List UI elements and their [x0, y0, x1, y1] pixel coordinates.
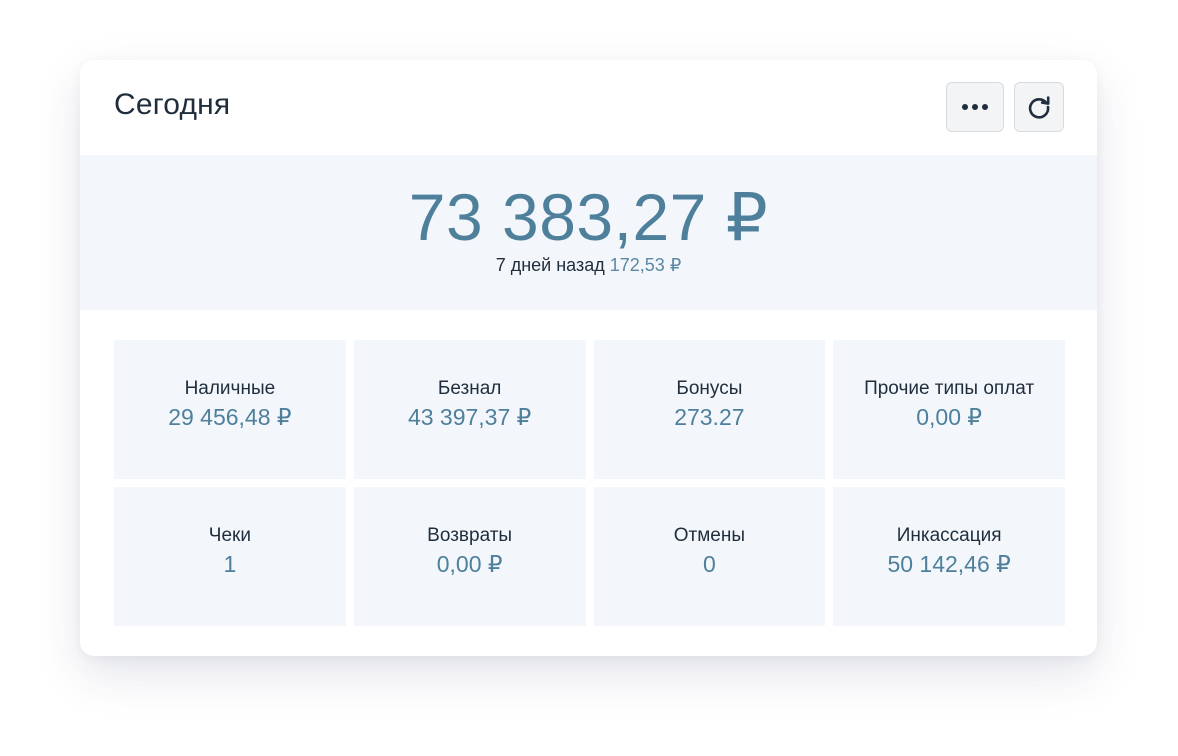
stat-value: 0,00 ₽ — [916, 404, 983, 430]
stat-value: 0 — [702, 551, 716, 577]
stat-value: 273.27 — [674, 404, 745, 430]
stat-receipts: Чеки 1 — [114, 487, 346, 626]
refresh-icon — [1028, 96, 1050, 119]
stat-cashless: Безнал 43 397,37 ₽ — [353, 340, 586, 479]
total-amount: 73 383,27 ₽ — [408, 180, 769, 254]
stat-value: 1 — [223, 551, 237, 577]
stat-label: Инкассация — [896, 525, 1002, 546]
stat-label: Безнал — [437, 378, 502, 399]
stat-collection: Инкассация 50 142,46 ₽ — [833, 487, 1065, 626]
stat-returns: Возвраты 0,00 ₽ — [353, 487, 586, 626]
stat-label: Чеки — [208, 525, 251, 546]
refresh-button[interactable] — [1014, 82, 1064, 132]
comparison-line: 7 дней назад 172,53 ₽ — [80, 255, 1097, 276]
more-horizontal-icon — [962, 104, 988, 110]
stat-other-payments: Прочие типы оплат 0,00 ₽ — [833, 340, 1065, 479]
stat-value: 50 142,46 ₽ — [887, 551, 1011, 577]
stat-cash: Наличные 29 456,48 ₽ — [114, 340, 346, 479]
stat-value: 0,00 ₽ — [436, 551, 503, 577]
comparison-label: 7 дней назад — [495, 255, 605, 275]
stat-label: Возвраты — [427, 525, 513, 546]
stat-label: Прочие типы оплат — [864, 378, 1035, 399]
stat-cancellations: Отмены 0 — [593, 487, 826, 626]
comparison-value: 172,53 ₽ — [609, 255, 682, 275]
stat-label: Отмены — [673, 525, 745, 546]
stat-bonuses: Бонусы 273.27 — [593, 340, 826, 479]
stats-grid: Наличные 29 456,48 ₽ Безнал 43 397,37 ₽ … — [114, 340, 1065, 626]
card-title: Сегодня — [114, 88, 231, 121]
stat-value: 29 456,48 ₽ — [168, 404, 292, 430]
summary-panel: 73 383,27 ₽ 7 дней назад 172,53 ₽ — [80, 155, 1097, 310]
stat-label: Наличные — [184, 378, 276, 399]
card-header: Сегодня — [80, 60, 1097, 155]
more-button[interactable] — [946, 82, 1004, 132]
stat-value: 43 397,37 ₽ — [407, 404, 532, 430]
stat-label: Бонусы — [676, 378, 743, 399]
today-card: Сегодня 73 383,27 ₽ 7 дней назад 172,53 … — [80, 60, 1097, 656]
